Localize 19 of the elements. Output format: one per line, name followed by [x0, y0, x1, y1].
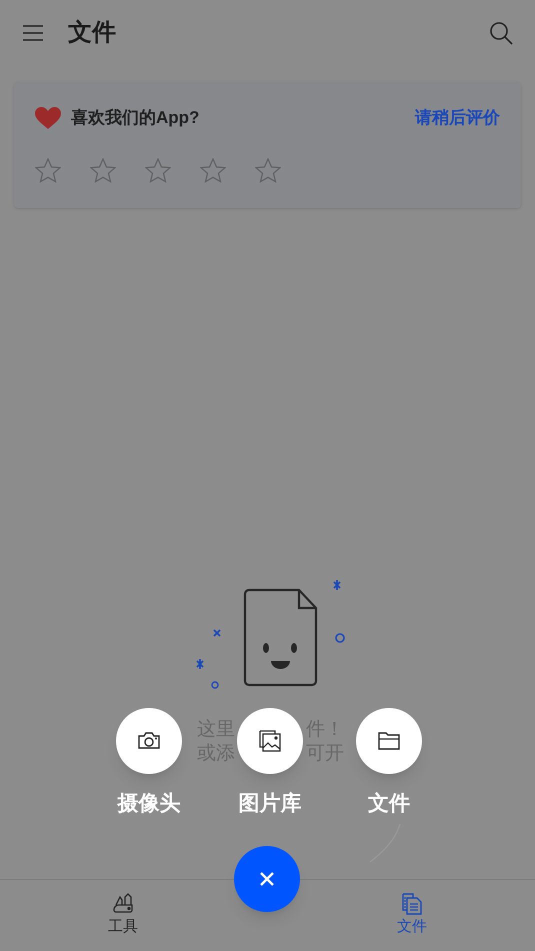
star-icon[interactable]: [255, 158, 281, 183]
screen-title: 文件: [68, 18, 116, 48]
menu-icon[interactable]: [22, 24, 44, 42]
close-icon: [260, 872, 274, 886]
rate-later-link[interactable]: 请稍后评价: [415, 105, 500, 131]
images-icon: [258, 729, 282, 753]
speed-dial-label: 图片库: [238, 790, 302, 817]
nav-tab[interactable]: 文件: [372, 892, 452, 936]
speed-dial-label: 摄像头: [116, 791, 182, 817]
heart-icon: [35, 106, 61, 130]
documents-icon: [400, 892, 424, 916]
rating-question: 喜欢我们的App?: [71, 107, 200, 130]
star-icon[interactable]: [200, 158, 226, 183]
star-icon[interactable]: [145, 158, 171, 183]
star-icon[interactable]: [90, 158, 116, 183]
search-icon[interactable]: [489, 21, 513, 45]
speed-dial-label: 文件: [367, 791, 411, 817]
nav-tab[interactable]: 工具: [83, 892, 163, 936]
star-icon[interactable]: [35, 158, 61, 183]
